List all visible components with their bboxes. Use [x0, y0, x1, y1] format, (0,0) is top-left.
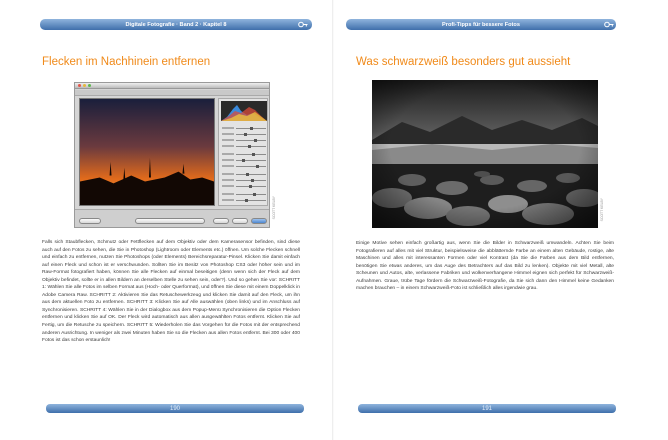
footer-button	[213, 218, 229, 224]
right-page: Profi-Tipps für bessere Fotos Was schwar…	[334, 0, 668, 440]
histogram	[221, 101, 267, 121]
left-page: Digitale Fotografie · Band 2 · Kapitel 8…	[0, 0, 334, 440]
body-text: Einige Motive sehen einfach großartig au…	[356, 241, 614, 292]
key-icon	[604, 21, 614, 28]
minimize-dot-icon	[83, 84, 86, 88]
tool-bar	[75, 90, 269, 96]
slider-row	[222, 165, 266, 168]
section-title: Flecken im Nachhinein entfernen	[42, 56, 211, 68]
slider-row	[222, 193, 266, 196]
page-header-text: Digitale Fotografie · Band 2 · Kapitel 8	[125, 21, 227, 28]
page-header-left: Digitale Fotografie · Band 2 · Kapitel 8	[40, 19, 312, 30]
slider-row	[222, 159, 266, 162]
page-number: 190	[169, 405, 180, 412]
body-text: Falls sich Staubflecken, Schmutz oder Fe…	[42, 240, 300, 344]
zoom-dot-icon	[88, 84, 91, 88]
slider-row	[222, 185, 266, 188]
section-title: Was schwarzweiß besonders gut aussieht	[356, 56, 571, 68]
slider-row	[222, 179, 266, 182]
slider-row	[222, 139, 266, 142]
slider-row	[222, 199, 266, 202]
slider-row	[222, 173, 266, 176]
key-icon	[298, 21, 308, 28]
adjustment-panel	[218, 98, 268, 206]
footer-button	[232, 218, 248, 224]
slider-row	[222, 153, 266, 156]
footer-button	[251, 218, 267, 224]
page-header-right: Profi-Tipps für bessere Fotos	[346, 19, 616, 30]
photo-credit: SCOTT KELBY	[600, 198, 604, 222]
photo-credit: SCOTT KELBY	[272, 196, 276, 220]
page-number: 191	[481, 405, 492, 412]
slider-row	[222, 145, 266, 148]
page-footer-right: 191	[358, 404, 616, 413]
camera-raw-screenshot	[74, 82, 270, 228]
close-dot-icon	[78, 84, 81, 88]
footer-button	[135, 218, 205, 224]
slider-row	[222, 133, 266, 136]
black-white-landscape-photo	[372, 80, 598, 228]
sunset-photo	[79, 98, 215, 206]
dialog-footer	[75, 209, 269, 227]
footer-button	[79, 218, 101, 224]
page-footer-left: 190	[46, 404, 304, 413]
slider-row	[222, 127, 266, 130]
window-titlebar	[75, 83, 269, 89]
page-header-text: Profi-Tipps für bessere Fotos	[442, 21, 520, 28]
